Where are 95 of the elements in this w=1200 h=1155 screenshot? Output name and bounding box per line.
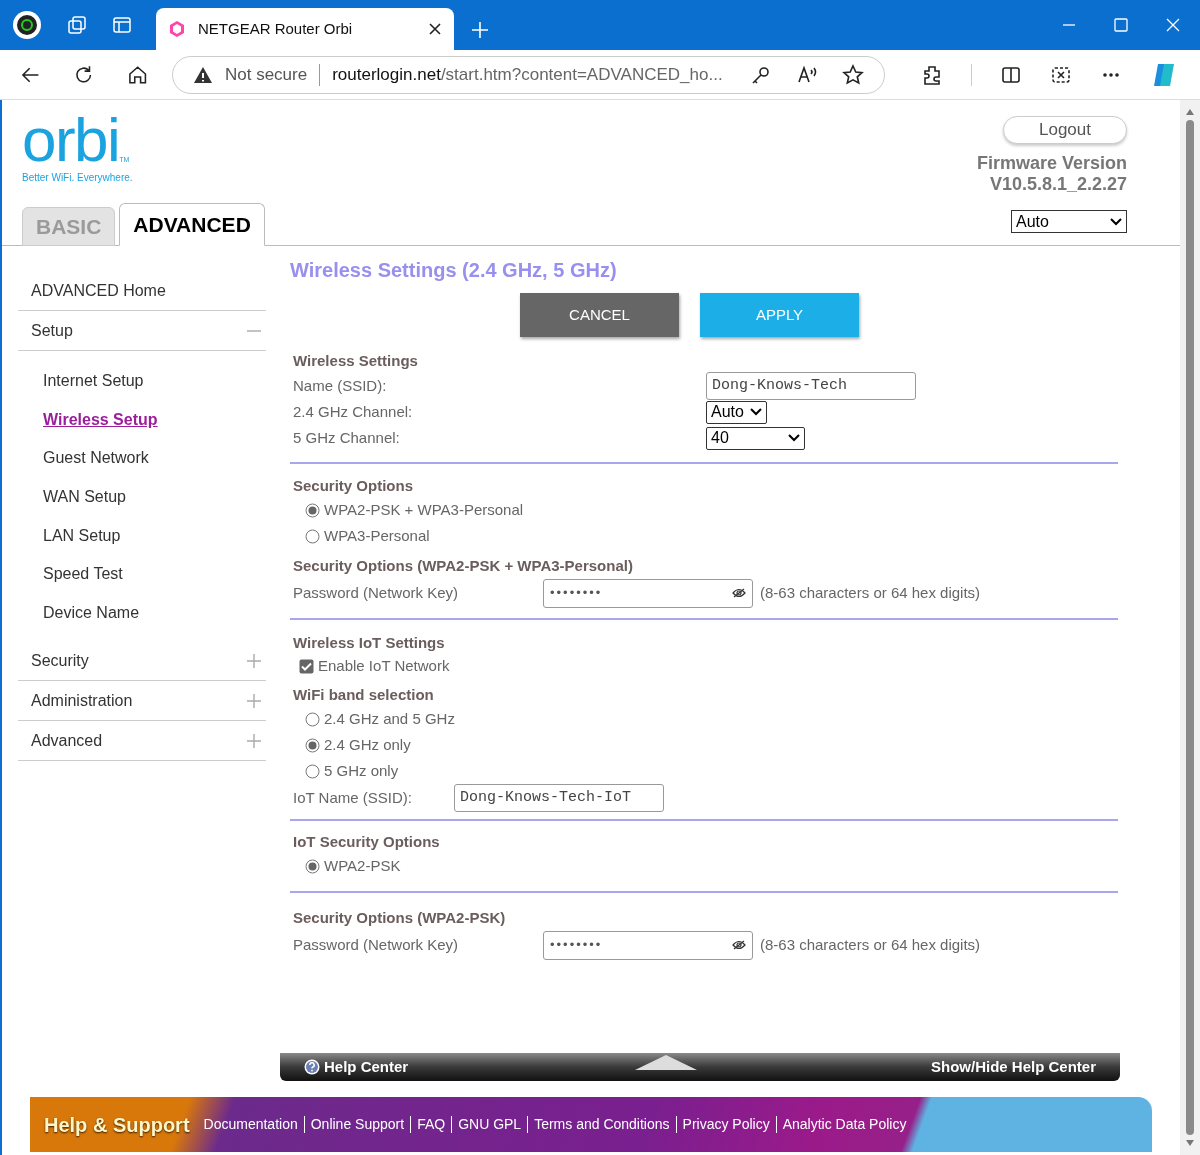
sidebar-subitem[interactable]: WAN Setup — [43, 485, 126, 510]
radio-button[interactable] — [305, 858, 320, 874]
password-hint: (8-63 characters or 64 hex digits) — [760, 934, 981, 955]
triangle-up-icon[interactable] — [635, 1054, 698, 1070]
maximize-icon[interactable] — [1114, 18, 1128, 32]
profile-icon[interactable] — [12, 10, 42, 40]
field-label: IoT Name (SSID): — [293, 787, 413, 808]
ssid-field[interactable]: Dong-Knows-Tech — [706, 372, 916, 400]
extensions-icon[interactable] — [921, 63, 943, 86]
url-text: routerlogin.net/start.htm?content=ADVANCED_ho... — [332, 63, 723, 86]
sidebar-item[interactable]: ADVANCED Home — [31, 278, 166, 303]
field-label: Password (Network Key) — [293, 934, 460, 955]
help-toggle-link[interactable]: Show/Hide Help Center — [930, 1055, 1096, 1079]
section-heading: Security Options (WPA2-PSK + WPA3-Personal) — [293, 556, 634, 576]
sidebar-item[interactable]: Setup — [31, 318, 73, 343]
chevron-down-icon — [788, 434, 800, 442]
favicon-icon — [168, 20, 186, 38]
footer-title: Help & Support — [44, 1112, 190, 1138]
scrollbar[interactable] — [1180, 100, 1200, 1155]
sidebar-subitem[interactable]: Speed Test — [43, 562, 123, 587]
home-icon[interactable] — [126, 63, 148, 86]
browser-tab[interactable]: NETGEAR Router Orbi — [156, 8, 454, 50]
radio-label: WPA3-Personal — [324, 525, 430, 546]
field-label: 2.4 GHz Channel: — [293, 401, 414, 422]
radio-button[interactable] — [305, 737, 320, 753]
field-label: 5 GHz Channel: — [293, 427, 401, 448]
sidebar-subitem[interactable]: Device Name — [43, 600, 140, 625]
logo-tagline: Better WiFi. Everywhere. — [22, 171, 134, 185]
footer-link[interactable]: Terms and Conditions — [534, 1114, 670, 1135]
footer-link[interactable]: Online Support — [310, 1114, 405, 1135]
nav-tab[interactable]: ADVANCED — [119, 203, 265, 246]
firmware-label: Firmware Version — [976, 153, 1127, 174]
scroll-up-icon[interactable] — [1185, 108, 1195, 116]
radio-button[interactable] — [305, 763, 320, 779]
workspaces-icon[interactable] — [66, 14, 88, 36]
radio-label: WPA2-PSK + WPA3-Personal — [324, 499, 524, 520]
chevron-down-icon — [750, 408, 762, 416]
channel-select[interactable]: Auto — [706, 400, 767, 424]
radio-button[interactable] — [305, 502, 320, 518]
scroll-down-icon[interactable] — [1185, 1139, 1195, 1147]
help-icon — [304, 1059, 320, 1075]
section-heading: WiFi band selection — [293, 685, 435, 705]
sidebar-subitem[interactable]: Guest Network — [43, 446, 149, 471]
close-icon[interactable] — [428, 22, 442, 36]
radio-label: WPA2-PSK — [324, 855, 401, 876]
language-select[interactable]: Auto — [1011, 210, 1127, 233]
help-center-title: Help Center — [324, 1056, 409, 1077]
sidebar-subitem[interactable]: Internet Setup — [43, 369, 144, 394]
tab-title: NETGEAR Router Orbi — [198, 18, 354, 39]
ssid-field[interactable]: Dong-Knows-Tech-IoT — [454, 784, 664, 812]
tab-actions-icon[interactable] — [112, 15, 132, 35]
radio-button[interactable] — [305, 528, 320, 544]
password-dots: •••••••• — [550, 584, 603, 603]
footer-link[interactable]: Analytic Data Policy — [782, 1114, 907, 1135]
chevron-down-icon — [1110, 217, 1122, 226]
footer-link[interactable]: Privacy Policy — [682, 1114, 770, 1135]
sidebar-subitem[interactable]: LAN Setup — [43, 523, 121, 548]
footer-link[interactable]: Documentation — [203, 1114, 298, 1135]
security-label: Not secure — [225, 63, 308, 86]
radio-label: 2.4 GHz only — [324, 734, 411, 755]
section-heading: Wireless Settings — [293, 351, 419, 371]
scrollbar-thumb[interactable] — [1186, 120, 1194, 1135]
section-heading: IoT Security Options — [293, 832, 441, 852]
checkbox[interactable] — [299, 658, 314, 674]
channel-select[interactable]: 40 — [706, 426, 805, 450]
footer-link[interactable]: FAQ — [417, 1114, 446, 1135]
logout-button[interactable]: Logout — [1003, 116, 1127, 144]
cancel-button[interactable]: CANCEL — [520, 293, 679, 337]
checkbox-label: Enable IoT Network — [318, 655, 450, 676]
orbi-logo: orbi — [22, 114, 120, 166]
sidebar-subitem[interactable]: Wireless Setup — [43, 407, 158, 432]
password-hint: (8-63 characters or 64 hex digits) — [760, 582, 981, 603]
eye-hidden-icon[interactable] — [732, 940, 746, 950]
sidebar-item[interactable]: Security — [31, 648, 89, 673]
section-heading: Security Options (WPA2-PSK) — [293, 908, 507, 928]
new-tab-icon[interactable] — [470, 20, 490, 40]
field-label: Name (SSID): — [293, 375, 388, 396]
eye-hidden-icon[interactable] — [732, 588, 746, 598]
radio-label: 2.4 GHz and 5 GHz — [324, 708, 455, 729]
radio-button[interactable] — [305, 711, 320, 727]
section-heading: Security Options — [293, 476, 415, 496]
field-label: Password (Network Key) — [293, 582, 460, 603]
sidebar-item[interactable]: Administration — [31, 688, 133, 713]
radio-label: 5 GHz only — [324, 760, 399, 781]
section-heading: Wireless IoT Settings — [293, 633, 446, 653]
sidebar-item[interactable]: Advanced — [31, 728, 103, 753]
password-field[interactable]: •••••••• — [543, 930, 753, 960]
help-center-bar[interactable]: Help Center Show/Hide Help Center — [280, 1053, 1120, 1081]
firmware-version: V10.5.8.1_2.2.27 — [989, 174, 1127, 195]
password-field[interactable]: •••••••• — [543, 578, 753, 608]
footer-link[interactable]: GNU GPL — [458, 1114, 522, 1135]
password-dots: •••••••• — [550, 936, 603, 955]
star-icon[interactable] — [842, 63, 864, 86]
page-title: Wireless Settings (2.4 GHz, 5 GHz) — [290, 258, 618, 282]
warning-icon — [193, 65, 213, 84]
